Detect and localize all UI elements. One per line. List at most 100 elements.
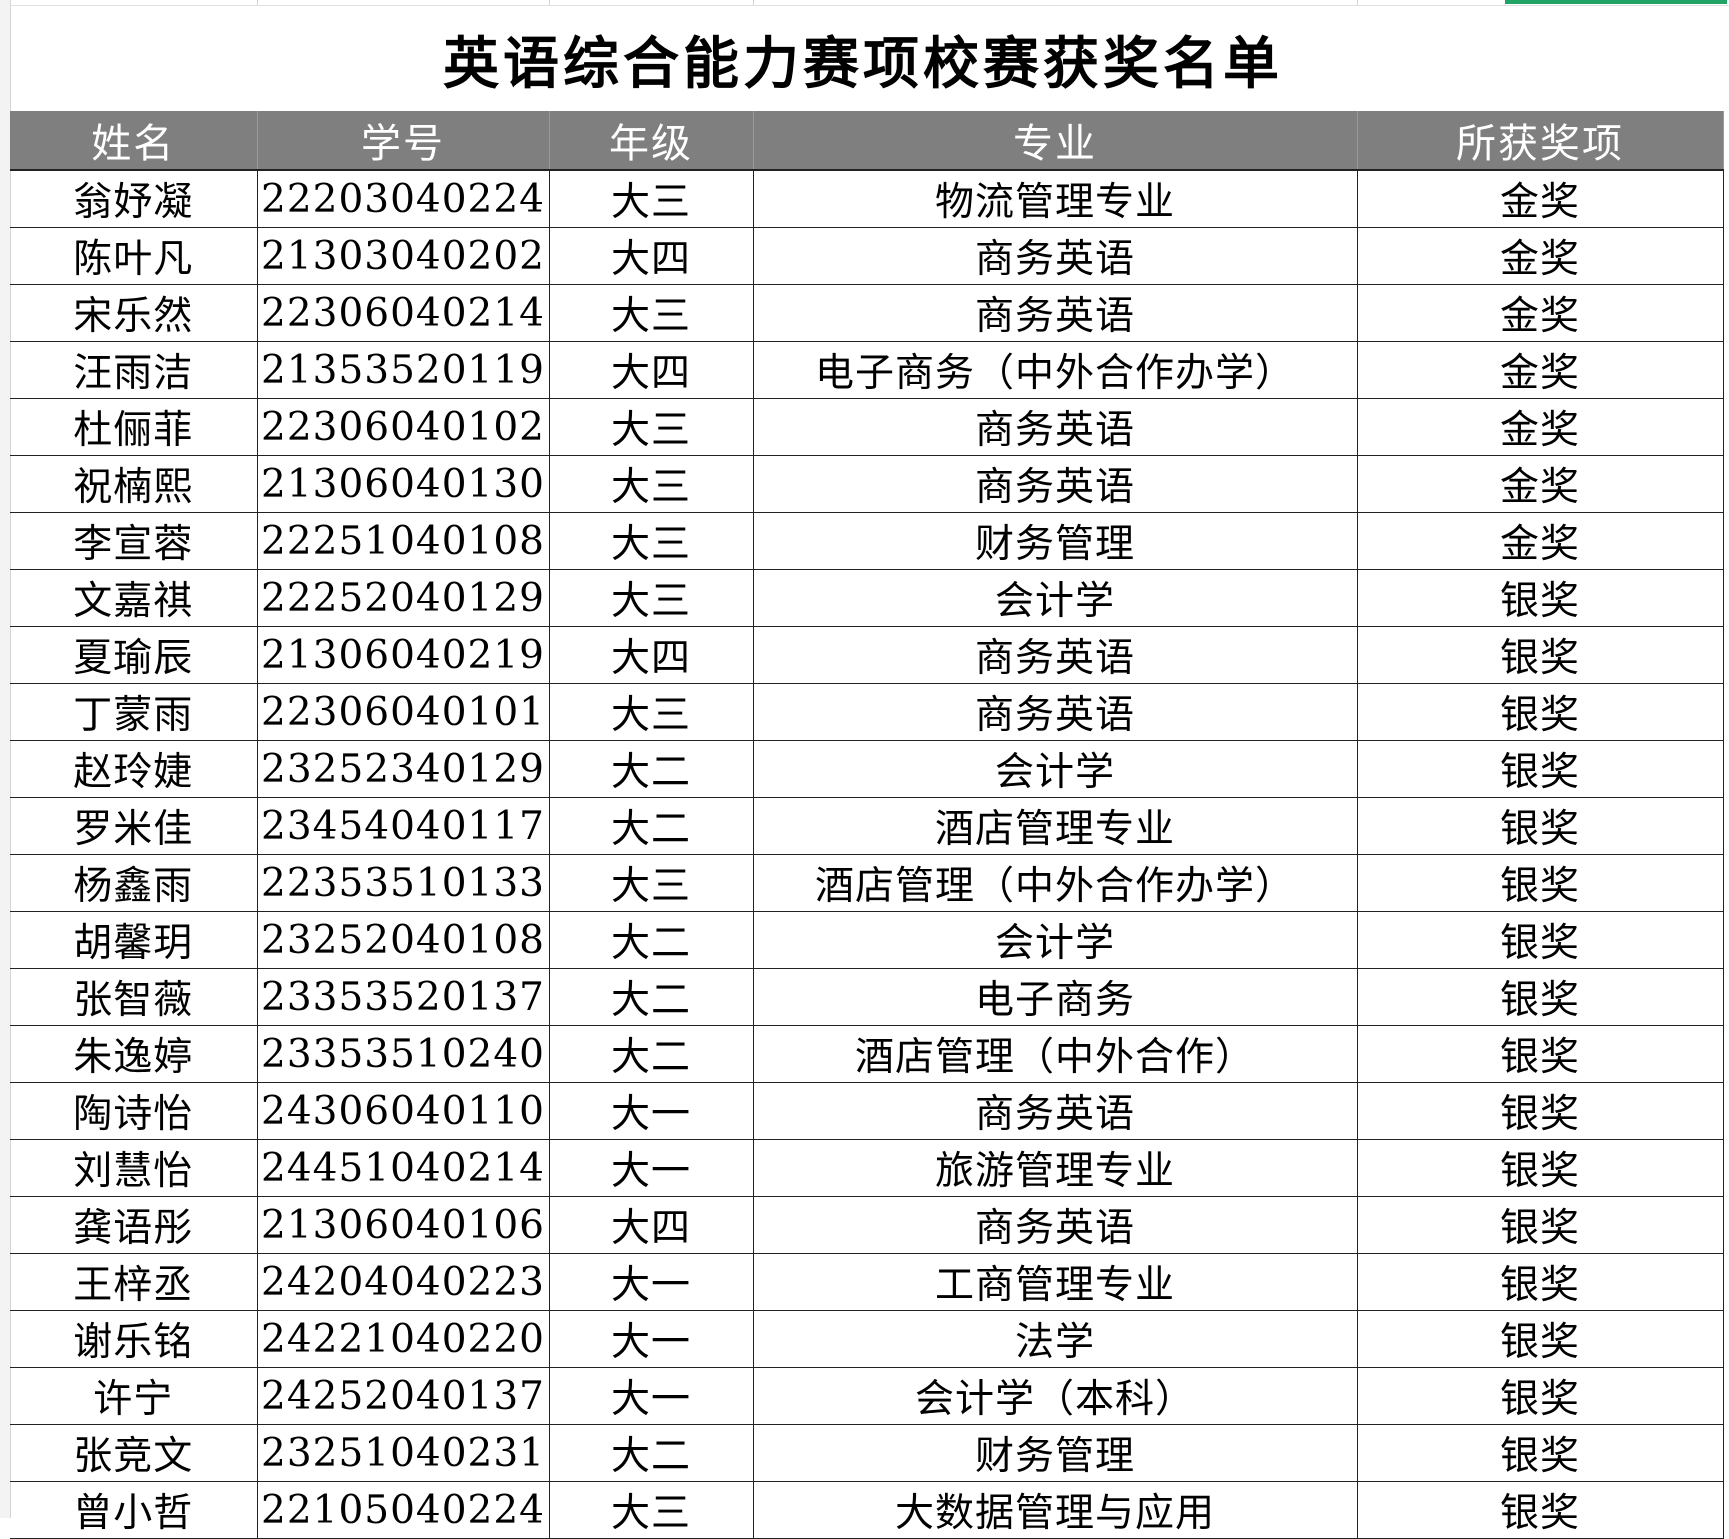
cell-name[interactable]: 陶诗怡 — [10, 1082, 258, 1140]
cell-grade[interactable]: 大二 — [549, 968, 754, 1026]
cell-name[interactable]: 李宣蓉 — [10, 512, 258, 570]
cell-grade[interactable]: 大四 — [549, 341, 754, 399]
cell-award[interactable]: 金奖 — [1357, 512, 1724, 570]
cell-major[interactable]: 商务英语 — [753, 398, 1358, 456]
cell-award[interactable]: 银奖 — [1357, 1082, 1724, 1140]
cell-grade[interactable]: 大四 — [549, 1196, 754, 1254]
cell-award[interactable]: 金奖 — [1357, 341, 1724, 399]
cell-award[interactable]: 金奖 — [1357, 455, 1724, 513]
cell-grade[interactable]: 大一 — [549, 1253, 754, 1311]
cell-name[interactable]: 杨鑫雨 — [10, 854, 258, 912]
cell-grade[interactable]: 大一 — [549, 1367, 754, 1425]
cell-student-id[interactable]: 24306040110 — [257, 1082, 550, 1140]
cell-grade[interactable]: 大一 — [549, 1310, 754, 1368]
cell-student-id[interactable]: 22252040129 — [257, 569, 550, 627]
cell-student-id[interactable]: 22203040224 — [257, 170, 550, 228]
cell-major[interactable]: 酒店管理专业 — [753, 797, 1358, 855]
cell-name[interactable]: 张竞文 — [10, 1424, 258, 1482]
cell-name[interactable]: 汪雨洁 — [10, 341, 258, 399]
cell-award[interactable]: 银奖 — [1357, 1310, 1724, 1368]
cell-major[interactable]: 商务英语 — [753, 455, 1358, 513]
cell-award[interactable]: 银奖 — [1357, 683, 1724, 741]
cell-grade[interactable]: 大三 — [549, 284, 754, 342]
cell-name[interactable]: 赵玲婕 — [10, 740, 258, 798]
cell-name[interactable]: 宋乐然 — [10, 284, 258, 342]
cell-grade[interactable]: 大三 — [549, 170, 754, 228]
cell-award[interactable]: 银奖 — [1357, 854, 1724, 912]
cell-student-id[interactable]: 21306040106 — [257, 1196, 550, 1254]
cell-student-id[interactable]: 22306040214 — [257, 284, 550, 342]
cell-student-id[interactable]: 22306040102 — [257, 398, 550, 456]
cell-major[interactable]: 财务管理 — [753, 512, 1358, 570]
cell-grade[interactable]: 大三 — [549, 854, 754, 912]
cell-major[interactable]: 大数据管理与应用 — [753, 1481, 1358, 1539]
cell-student-id[interactable]: 21353520119 — [257, 341, 550, 399]
cell-student-id[interactable]: 23251040231 — [257, 1424, 550, 1482]
cell-grade[interactable]: 大二 — [549, 1025, 754, 1083]
cell-student-id[interactable]: 23454040117 — [257, 797, 550, 855]
column-header-name[interactable]: 姓名 — [10, 111, 258, 171]
cell-award[interactable]: 金奖 — [1357, 398, 1724, 456]
cell-award[interactable]: 银奖 — [1357, 1367, 1724, 1425]
cell-name[interactable]: 陈叶凡 — [10, 227, 258, 285]
cell-name[interactable]: 丁蒙雨 — [10, 683, 258, 741]
cell-student-id[interactable]: 23353510240 — [257, 1025, 550, 1083]
cell-grade[interactable]: 大二 — [549, 797, 754, 855]
cell-grade[interactable]: 大三 — [549, 512, 754, 570]
cell-major[interactable]: 商务英语 — [753, 683, 1358, 741]
cell-award[interactable]: 银奖 — [1357, 1139, 1724, 1197]
cell-award[interactable]: 银奖 — [1357, 1196, 1724, 1254]
cell-name[interactable]: 王梓丞 — [10, 1253, 258, 1311]
cell-name[interactable]: 张智薇 — [10, 968, 258, 1026]
cell-name[interactable]: 翁妤凝 — [10, 170, 258, 228]
cell-name[interactable]: 许宁 — [10, 1367, 258, 1425]
cell-grade[interactable]: 大二 — [549, 911, 754, 969]
column-header-major[interactable]: 专业 — [753, 111, 1358, 171]
cell-award[interactable]: 金奖 — [1357, 227, 1724, 285]
cell-student-id[interactable]: 22251040108 — [257, 512, 550, 570]
cell-name[interactable]: 龚语彤 — [10, 1196, 258, 1254]
cell-name[interactable]: 夏瑜辰 — [10, 626, 258, 684]
cell-award[interactable]: 银奖 — [1357, 740, 1724, 798]
cell-major[interactable]: 酒店管理（中外合作办学） — [753, 854, 1358, 912]
cell-major[interactable]: 商务英语 — [753, 284, 1358, 342]
cell-name[interactable]: 罗米佳 — [10, 797, 258, 855]
cell-student-id[interactable]: 21306040219 — [257, 626, 550, 684]
cell-student-id[interactable]: 22353510133 — [257, 854, 550, 912]
cell-award[interactable]: 金奖 — [1357, 284, 1724, 342]
cell-award[interactable]: 银奖 — [1357, 569, 1724, 627]
cell-major[interactable]: 酒店管理（中外合作） — [753, 1025, 1358, 1083]
cell-award[interactable]: 银奖 — [1357, 1025, 1724, 1083]
cell-name[interactable]: 祝楠熙 — [10, 455, 258, 513]
cell-grade[interactable]: 大四 — [549, 227, 754, 285]
cell-student-id[interactable]: 24204040223 — [257, 1253, 550, 1311]
cell-student-id[interactable]: 23252340129 — [257, 740, 550, 798]
cell-major[interactable]: 电子商务 — [753, 968, 1358, 1026]
cell-name[interactable]: 杜俪菲 — [10, 398, 258, 456]
cell-major[interactable]: 会计学（本科） — [753, 1367, 1358, 1425]
cell-grade[interactable]: 大三 — [549, 455, 754, 513]
cell-grade[interactable]: 大二 — [549, 740, 754, 798]
cell-award[interactable]: 银奖 — [1357, 1481, 1724, 1539]
cell-award[interactable]: 银奖 — [1357, 1253, 1724, 1311]
cell-grade[interactable]: 大三 — [549, 1481, 754, 1539]
cell-award[interactable]: 银奖 — [1357, 626, 1724, 684]
cell-name[interactable]: 谢乐铭 — [10, 1310, 258, 1368]
cell-major[interactable]: 商务英语 — [753, 1082, 1358, 1140]
cell-major[interactable]: 法学 — [753, 1310, 1358, 1368]
cell-grade[interactable]: 大一 — [549, 1082, 754, 1140]
cell-student-id[interactable]: 24221040220 — [257, 1310, 550, 1368]
cell-major[interactable]: 会计学 — [753, 569, 1358, 627]
cell-major[interactable]: 电子商务（中外合作办学） — [753, 341, 1358, 399]
cell-name[interactable]: 刘慧怡 — [10, 1139, 258, 1197]
cell-award[interactable]: 银奖 — [1357, 797, 1724, 855]
column-header-award[interactable]: 所获奖项 — [1357, 111, 1724, 171]
cell-name[interactable]: 朱逸婷 — [10, 1025, 258, 1083]
cell-grade[interactable]: 大四 — [549, 626, 754, 684]
cell-major[interactable]: 旅游管理专业 — [753, 1139, 1358, 1197]
cell-grade[interactable]: 大三 — [549, 398, 754, 456]
cell-grade[interactable]: 大二 — [549, 1424, 754, 1482]
cell-student-id[interactable]: 23353520137 — [257, 968, 550, 1026]
cell-major[interactable]: 工商管理专业 — [753, 1253, 1358, 1311]
cell-name[interactable]: 曾小哲 — [10, 1481, 258, 1539]
